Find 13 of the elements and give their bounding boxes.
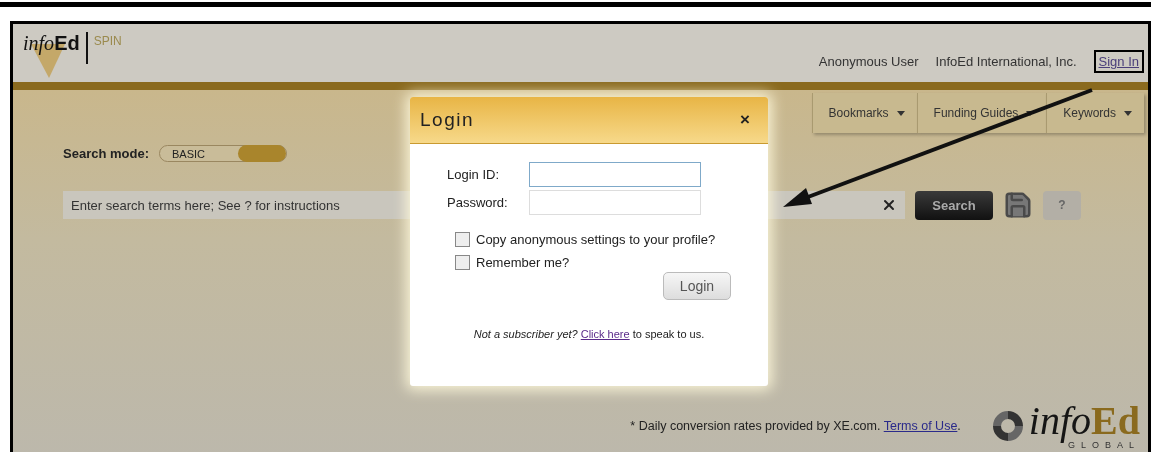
subscribe-note: Not a subscriber yet? Click here to speak to us. [473,328,705,340]
checkbox-label: Remember me? [476,255,570,270]
product-name: SPIN [93,34,122,48]
logo-tagline: GLOBAL [1067,440,1140,450]
header-text: Anonymous User [818,54,919,69]
logo-wordmark: infoEd [23,32,80,55]
dialog-title: Login [420,109,474,131]
checkbox-label: Copy anonymous settings to your profile? [476,232,716,247]
footer-note: * Daily conversion rates provided by XE.com. Terms of Use. [630,419,961,433]
field-label: Login ID: [447,167,501,182]
field-label: Password: [447,195,509,210]
header-text: InfoEd International, Inc. [935,54,1077,69]
search-mode-label: Search mode: [63,146,149,161]
